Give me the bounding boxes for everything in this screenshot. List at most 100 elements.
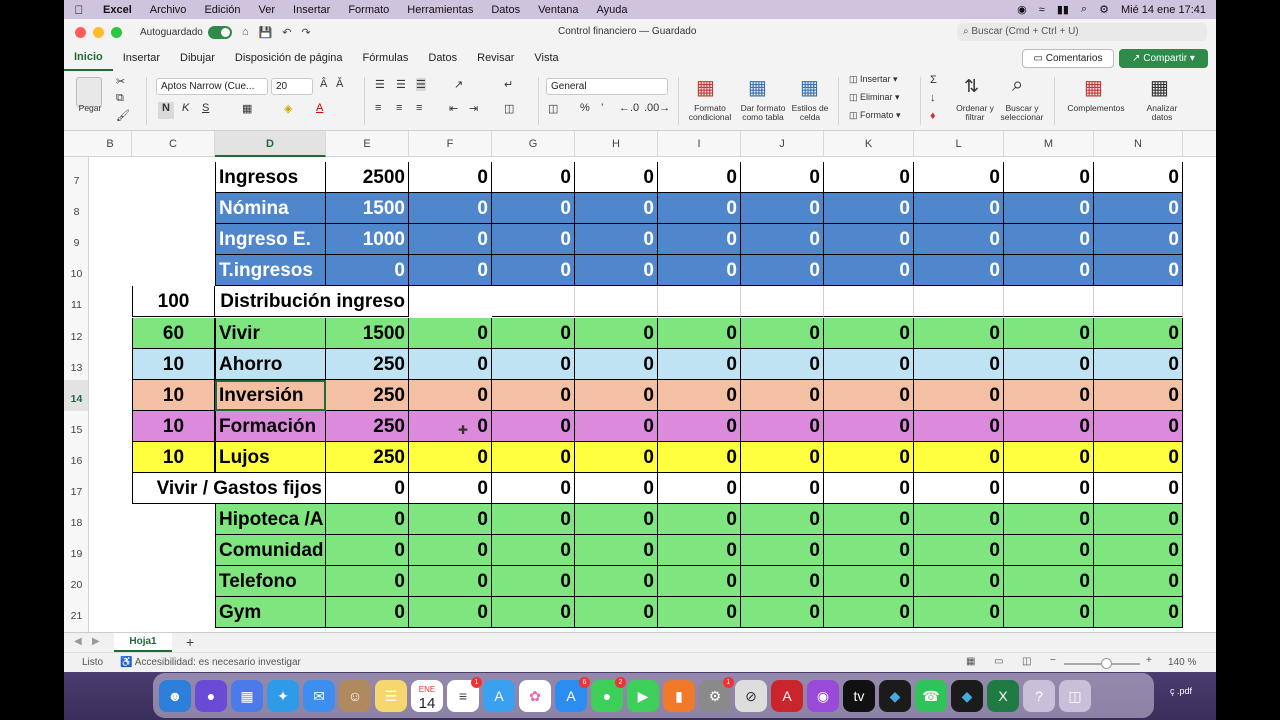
grow-font-icon[interactable]: Â xyxy=(320,78,327,90)
cell-e17[interactable]: 0 xyxy=(326,473,409,505)
cell-g18[interactable]: 0 xyxy=(492,504,575,536)
cell-d9[interactable]: Ingreso E. xyxy=(215,224,326,256)
cell-m8[interactable]: 0 xyxy=(1004,193,1094,225)
cell-g9[interactable]: 0 xyxy=(492,224,575,256)
cell-m7[interactable]: 0 xyxy=(1004,162,1094,194)
cell-j9[interactable]: 0 xyxy=(741,224,824,256)
column-header-j[interactable]: J xyxy=(741,131,824,157)
table-format-label[interactable]: Dar formato como tabla xyxy=(736,104,790,122)
row-header-18[interactable]: 18 xyxy=(64,504,88,535)
undo-icon[interactable]: ↶ xyxy=(282,26,291,39)
cell-e14[interactable]: 250 xyxy=(326,379,409,411)
addins-icon[interactable]: ▦ xyxy=(1084,75,1103,100)
podcasts-icon[interactable]: ◉ xyxy=(807,679,839,712)
cell-m16[interactable]: 0 xyxy=(1004,441,1094,473)
cell-l17[interactable]: 0 xyxy=(914,473,1004,505)
tab-datos[interactable]: Datos xyxy=(418,45,467,71)
merge-center-icon[interactable]: ◫ xyxy=(504,102,514,115)
row-header-14[interactable]: 14 xyxy=(64,379,88,411)
comments-button[interactable]: ▭ Comentarios xyxy=(1022,49,1114,68)
cell-f16[interactable]: 0 xyxy=(409,441,492,473)
cell-d18[interactable]: Hipoteca /A xyxy=(215,504,326,536)
cell-l13[interactable]: 0 xyxy=(914,348,1004,380)
cell-h19[interactable]: 0 xyxy=(575,535,658,567)
cell-h20[interactable]: 0 xyxy=(575,566,658,598)
cell-e16[interactable]: 250 xyxy=(326,441,409,473)
cell-h15[interactable]: 0 xyxy=(575,410,658,442)
accessibility-status[interactable]: ♿ Accesibilidad: es necesario investigar xyxy=(120,657,301,668)
font-name-select[interactable]: Aptos Narrow (Cue... xyxy=(156,78,268,95)
cell-h18[interactable]: 0 xyxy=(575,504,658,536)
accounting-format-icon[interactable]: ◫ xyxy=(548,102,558,115)
cell-g19[interactable]: 0 xyxy=(492,535,575,567)
freeform-icon[interactable]: A xyxy=(483,679,515,712)
cell-g13[interactable]: 0 xyxy=(492,348,575,380)
cell-f21[interactable]: 0 xyxy=(409,597,492,629)
spreadsheet-grid[interactable]: Ingresos 2500 0 0 0 0 0 0 0 0 0 Nómina 1500 0 0 0 0 0 0 0 0 0… xyxy=(89,157,1216,632)
notes-icon[interactable]: ☰ xyxy=(375,679,407,712)
row-header-19[interactable]: 19 xyxy=(64,535,88,566)
messages-icon[interactable]: ● 2 xyxy=(591,676,626,712)
cell-n21[interactable]: 0 xyxy=(1094,597,1183,629)
cell-h10[interactable]: 0 xyxy=(575,255,658,287)
insert-cells-button[interactable]: ◫ Insertar ▾ xyxy=(849,74,898,85)
cell-g10[interactable]: 0 xyxy=(492,255,575,287)
app-store-icon[interactable]: A6 xyxy=(555,676,590,712)
analyze-data-icon[interactable]: ▦ xyxy=(1150,75,1169,100)
cell-c11[interactable]: 100 xyxy=(132,286,215,318)
cell-k20[interactable]: 0 xyxy=(824,566,914,598)
excel-icon[interactable]: X xyxy=(987,679,1019,712)
cell-f20[interactable]: 0 xyxy=(409,566,492,598)
photos-icon[interactable]: ✿ xyxy=(519,679,551,712)
page-break-icon[interactable]: ◫ xyxy=(1022,656,1031,667)
search-icon[interactable]: ⌕ xyxy=(1081,3,1087,16)
cell-i20[interactable]: 0 xyxy=(658,566,741,598)
cell-e19[interactable]: 0 xyxy=(326,535,409,567)
cell-i14[interactable]: 0 xyxy=(658,379,741,411)
menu-edicion[interactable]: Edición xyxy=(195,4,249,16)
cell-g12[interactable]: 0 xyxy=(492,317,575,349)
cell-d12[interactable]: Vivir xyxy=(215,317,326,349)
safari-icon[interactable]: ✦ xyxy=(267,679,299,712)
wifi-icon[interactable]: ≈ xyxy=(1039,4,1045,16)
cell-l7[interactable]: 0 xyxy=(914,162,1004,194)
column-header-i[interactable]: I xyxy=(658,131,741,157)
cell-e12[interactable]: 1500 xyxy=(326,317,409,349)
sheet-tab-hoja1[interactable]: Hoja1 xyxy=(114,633,172,652)
cell-i12[interactable]: 0 xyxy=(658,317,741,349)
cell-m19[interactable]: 0 xyxy=(1004,535,1094,567)
align-right-icon[interactable]: ≡ xyxy=(416,102,422,114)
menu-ver[interactable]: Ver xyxy=(250,4,285,16)
cell-g15[interactable]: 0 xyxy=(492,410,575,442)
fill-icon[interactable]: ↓ xyxy=(930,92,936,104)
cell-n19[interactable]: 0 xyxy=(1094,535,1183,567)
cell-l14[interactable]: 0 xyxy=(914,379,1004,411)
cell-i7[interactable]: 0 xyxy=(658,162,741,194)
decrease-decimal-icon[interactable]: .00→ xyxy=(644,102,670,114)
reminders-icon[interactable]: ≡ 1 xyxy=(447,676,482,712)
align-top-icon[interactable]: ☰ xyxy=(375,78,385,91)
cell-j11[interactable] xyxy=(741,286,824,318)
zoom-in-button[interactable]: + xyxy=(1146,655,1152,666)
cell-j10[interactable]: 0 xyxy=(741,255,824,287)
mail-icon[interactable]: ✉ xyxy=(303,679,335,712)
cell-d21[interactable]: Gym xyxy=(215,597,326,629)
cell-d14[interactable]: Inversión xyxy=(215,379,326,411)
cell-g16[interactable]: 0 xyxy=(492,441,575,473)
cell-g17[interactable]: 0 xyxy=(492,473,575,505)
cell-f19[interactable]: 0 xyxy=(409,535,492,567)
page-layout-icon[interactable]: ▭ xyxy=(994,656,1003,667)
cell-d13[interactable]: Ahorro xyxy=(215,348,326,380)
cell-f7[interactable]: 0 xyxy=(409,162,492,194)
filmora-icon[interactable]: ◆ xyxy=(879,679,911,712)
cell-f12[interactable]: 0 xyxy=(409,317,492,349)
cell-d16[interactable]: Lujos xyxy=(215,441,326,473)
cell-h17[interactable]: 0 xyxy=(575,473,658,505)
tab-revisar[interactable]: Revisar xyxy=(467,45,524,71)
percent-style-icon[interactable]: % xyxy=(580,102,590,114)
cell-g14[interactable]: 0 xyxy=(492,379,575,411)
cell-d19[interactable]: Comunidad xyxy=(215,535,326,567)
cell-i16[interactable]: 0 xyxy=(658,441,741,473)
launchpad-icon[interactable]: ▦ xyxy=(231,679,263,712)
cell-styles-label[interactable]: Estilos de celda xyxy=(790,104,830,122)
